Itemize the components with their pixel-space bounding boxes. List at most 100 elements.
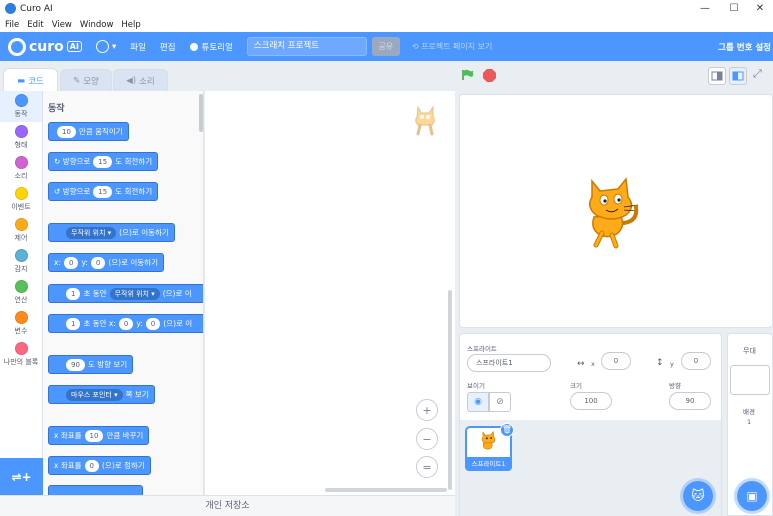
block-text: (으)로 이: [163, 319, 193, 328]
block-turn-right[interactable]: ↻ 방향으로 15 도 회전하기: [48, 152, 159, 171]
tutorial-button[interactable]: 튜토리얼: [189, 41, 233, 53]
category-control[interactable]: 제어: [0, 215, 42, 246]
backpack-bar[interactable]: 개인 저장소: [0, 495, 455, 516]
fullscreen-button[interactable]: ⤢: [753, 67, 771, 85]
block-input[interactable]: 0: [63, 256, 79, 269]
category-my-blocks[interactable]: 나만의 블록: [0, 339, 42, 370]
stop-icon[interactable]: [483, 69, 496, 82]
block-input[interactable]: 1: [66, 287, 81, 300]
category-label: 제어: [14, 234, 28, 242]
edit-menu[interactable]: 편집: [160, 41, 176, 53]
category-operators[interactable]: 연산: [0, 277, 42, 308]
category-label: 이벤트: [11, 203, 31, 211]
block-input[interactable]: 0: [84, 459, 99, 472]
delete-sprite-button[interactable]: 🗑: [500, 423, 514, 437]
menu-window[interactable]: Window: [80, 20, 114, 30]
project-title-input[interactable]: 스크래치 프로젝트: [246, 37, 367, 56]
block-dropdown[interactable]: 마우스 포인터 ▾: [66, 388, 123, 401]
backdrops-count: 1: [747, 418, 752, 426]
category-label: 변수: [14, 327, 28, 335]
stage-thumbnail[interactable]: [730, 365, 770, 395]
zoom-in-button[interactable]: +: [416, 399, 438, 421]
category-variables[interactable]: 변수: [0, 308, 42, 339]
block-change-x[interactable]: x 좌표를 10 만큼 바꾸기: [48, 426, 150, 445]
file-menu[interactable]: 파일: [130, 41, 146, 53]
block-move[interactable]: 10 만큼 움직이기: [48, 122, 129, 141]
green-flag-icon[interactable]: [462, 69, 474, 81]
block-input[interactable]: 10: [84, 429, 104, 442]
minimize-button[interactable]: —: [690, 0, 720, 17]
block-input[interactable]: 0: [90, 256, 106, 269]
show-sprite-button[interactable]: ◉: [467, 392, 489, 412]
block-point-direction[interactable]: 90 도 방향 보기: [48, 355, 134, 374]
stage-canvas[interactable]: [459, 94, 773, 328]
close-button[interactable]: ✕: [745, 0, 773, 17]
sprite-name-field[interactable]: 스프라이트1: [467, 354, 551, 372]
normal-stage-button[interactable]: [729, 67, 747, 85]
block-dropdown[interactable]: 무작위 위치 ▾: [66, 226, 117, 239]
rotate-right-icon: ↻: [54, 157, 61, 166]
tab-code[interactable]: ▬ 코드: [3, 68, 58, 92]
menu-edit[interactable]: Edit: [27, 20, 43, 30]
category-sensing[interactable]: 감지: [0, 246, 42, 277]
tab-sounds[interactable]: ◀) 소리: [113, 69, 168, 91]
block-input[interactable]: 90: [66, 358, 85, 371]
block-dropdown[interactable]: 무작위 위치 ▾: [109, 287, 160, 300]
category-sound[interactable]: 소리: [0, 153, 42, 184]
menu-help[interactable]: Help: [121, 20, 140, 30]
chevron-down-icon: ▾: [111, 41, 117, 52]
tab-costumes[interactable]: ✎ 모양: [60, 69, 112, 91]
trash-icon: 🗑: [501, 425, 513, 434]
stage-title: 무대: [743, 347, 756, 355]
share-button[interactable]: 공유: [371, 37, 400, 56]
x-field[interactable]: 0: [601, 352, 631, 370]
x-arrow-icon: ↔: [577, 359, 585, 369]
y-field[interactable]: 0: [681, 352, 711, 370]
normal-stage-icon: [732, 71, 744, 81]
size-field[interactable]: 100: [570, 392, 612, 410]
tab-costumes-label: 모양: [83, 76, 99, 87]
palette-scrollbar[interactable]: [199, 94, 203, 132]
block-input[interactable]: 10: [57, 125, 76, 138]
small-stage-button[interactable]: [708, 67, 726, 85]
workspace-scrollbar-vertical[interactable]: [448, 290, 452, 490]
block-input[interactable]: 15: [93, 155, 113, 168]
block-turn-left[interactable]: ↺ 방향으로 15 도 회전하기: [48, 182, 159, 201]
zoom-reset-button[interactable]: =: [416, 456, 438, 478]
block-partial[interactable]: [48, 485, 143, 495]
category-looks[interactable]: 형태: [0, 122, 42, 153]
zoom-out-button[interactable]: −: [416, 428, 438, 450]
block-input[interactable]: 0: [145, 317, 161, 330]
brand-logo[interactable]: curo AI: [8, 37, 82, 56]
group-number-button[interactable]: 그룹 번호 설정: [718, 41, 771, 53]
category-label: 소리: [14, 172, 28, 180]
block-text: 도 회전하기: [115, 157, 153, 166]
category-events[interactable]: 이벤트: [0, 184, 42, 215]
block-glide[interactable]: 1 초 동안 무작위 위치 ▾ (으)로 이: [48, 284, 203, 303]
hide-sprite-button[interactable]: ⊘: [489, 392, 511, 412]
project-page-link[interactable]: ⟲ 프로젝트 페이지 보기: [412, 41, 493, 52]
block-input[interactable]: 0: [118, 317, 134, 330]
block-input[interactable]: 15: [93, 185, 113, 198]
x-label: x: [591, 360, 595, 368]
block-point-towards[interactable]: 마우스 포인터 ▾ 쪽 보기: [48, 385, 155, 404]
editor-tabs: ▬ 코드 ✎ 모양 ◀) 소리: [0, 61, 455, 92]
direction-field[interactable]: 90: [669, 392, 711, 410]
workspace-scrollbar-horizontal[interactable]: [325, 488, 447, 492]
category-motion[interactable]: 동작: [0, 91, 42, 122]
block-text: (으)로 이동하기: [108, 258, 158, 267]
brand-name: curo: [29, 38, 64, 55]
add-extension-button[interactable]: ⇌+: [0, 458, 43, 495]
block-goto-xy[interactable]: x: 0 y: 0 (으)로 이동하기: [48, 253, 164, 272]
menu-file[interactable]: File: [5, 20, 19, 30]
language-menu[interactable]: ▾: [95, 40, 117, 53]
block-input[interactable]: 1: [66, 317, 81, 330]
add-backdrop-button[interactable]: ▣: [737, 481, 767, 511]
block-set-x[interactable]: x 좌표를 0 (으)로 정하기: [48, 456, 151, 475]
block-goto[interactable]: 무작위 위치 ▾ (으)로 이동하기: [48, 223, 175, 242]
menu-view[interactable]: View: [52, 20, 72, 30]
fullscreen-icon: ⤢: [753, 67, 762, 80]
block-glide-xy[interactable]: 1 초 동안 x: 0 y: 0 (으)로 이: [48, 314, 203, 333]
cat-sprite[interactable]: [580, 177, 644, 249]
add-sprite-button[interactable]: 🐱: [683, 481, 713, 511]
